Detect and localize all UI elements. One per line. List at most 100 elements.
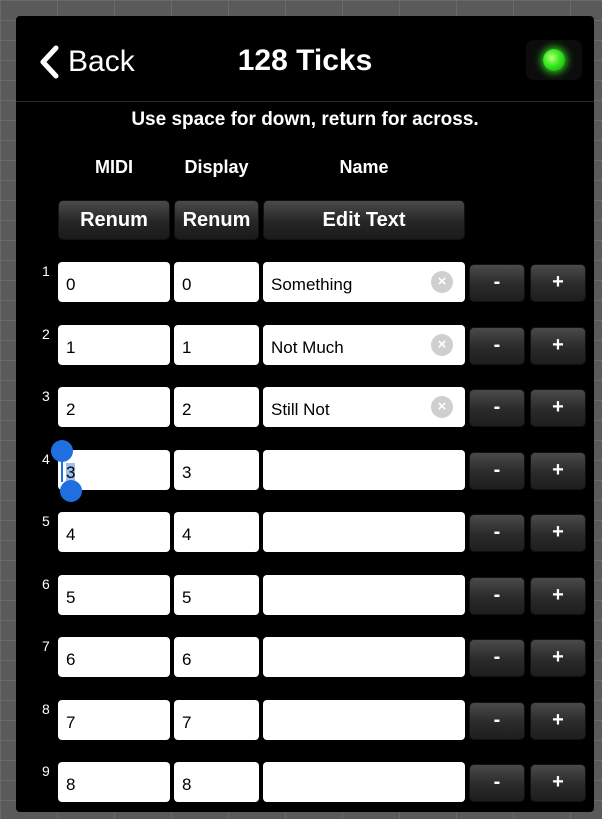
table-row: 2 1 1 Not Much × - + xyxy=(16,323,594,367)
table-row: 3 2 2 Still Not × - + xyxy=(16,385,594,429)
green-led-icon xyxy=(543,49,565,71)
clear-icon[interactable]: × xyxy=(431,271,453,293)
nav-bar: Back 128 Ticks xyxy=(16,16,594,102)
clear-icon[interactable]: × xyxy=(431,396,453,418)
row-number: 1 xyxy=(42,263,50,279)
decrement-button[interactable]: - xyxy=(469,764,525,802)
decrement-button[interactable]: - xyxy=(469,452,525,490)
decrement-button[interactable]: - xyxy=(469,639,525,677)
midi-value: 5 xyxy=(66,588,76,607)
display-field[interactable]: 1 xyxy=(174,325,259,365)
display-field[interactable]: 8 xyxy=(174,762,259,802)
decrement-button[interactable]: - xyxy=(469,702,525,740)
display-field[interactable]: 4 xyxy=(174,512,259,552)
display-value: 3 xyxy=(182,463,192,482)
display-field[interactable]: 3 xyxy=(174,450,259,490)
display-field[interactable]: 2 xyxy=(174,387,259,427)
name-field[interactable]: Not Much × xyxy=(263,325,465,365)
midi-value: 7 xyxy=(66,713,76,732)
increment-button[interactable]: + xyxy=(530,514,586,552)
table-row: 6 5 5- + xyxy=(16,573,594,617)
row-number: 9 xyxy=(42,763,50,779)
midi-value: 8 xyxy=(66,775,76,794)
display-value: 2 xyxy=(182,400,192,419)
row-number: 5 xyxy=(42,513,50,529)
midi-field[interactable]: 8 xyxy=(58,762,170,802)
status-indicator xyxy=(526,40,582,80)
row-number: 8 xyxy=(42,701,50,717)
column-header-midi: MIDI xyxy=(95,157,133,177)
decrement-button[interactable]: - xyxy=(469,327,525,365)
row-number: 2 xyxy=(42,326,50,342)
selection-start-handle[interactable] xyxy=(51,440,73,462)
display-value: 1 xyxy=(182,338,192,357)
table-row: 5 4 4- + xyxy=(16,510,594,554)
row-number: 6 xyxy=(42,576,50,592)
display-field[interactable]: 6 xyxy=(174,637,259,677)
decrement-button[interactable]: - xyxy=(469,389,525,427)
increment-button[interactable]: + xyxy=(530,764,586,802)
table-row: 7 6 6- + xyxy=(16,635,594,679)
table-row: 9 8 8- + xyxy=(16,760,594,804)
display-renum-button[interactable]: Renum xyxy=(174,200,259,240)
name-field[interactable] xyxy=(263,575,465,615)
ticks-panel: Back 128 Ticks Use space for down, retur… xyxy=(16,16,594,812)
midi-value: 4 xyxy=(66,525,76,544)
increment-button[interactable]: + xyxy=(530,452,586,490)
name-value: Something xyxy=(271,275,353,294)
name-field[interactable] xyxy=(263,450,465,490)
decrement-button[interactable]: - xyxy=(469,577,525,615)
increment-button[interactable]: + xyxy=(530,639,586,677)
display-value: 6 xyxy=(182,650,192,669)
clear-icon[interactable]: × xyxy=(431,334,453,356)
decrement-button[interactable]: - xyxy=(469,514,525,552)
increment-button[interactable]: + xyxy=(530,577,586,615)
row-number: 4 xyxy=(42,451,50,467)
midi-field[interactable]: 2 xyxy=(58,387,170,427)
display-value: 8 xyxy=(182,775,192,794)
name-value: Not Much xyxy=(271,338,344,357)
midi-value: 1 xyxy=(66,338,76,357)
display-value: 4 xyxy=(182,525,192,544)
selection-end-handle[interactable] xyxy=(60,480,82,502)
name-field[interactable] xyxy=(263,762,465,802)
table-row: 4 3 3- + xyxy=(16,440,594,502)
midi-field[interactable]: 5 xyxy=(58,575,170,615)
midi-field[interactable]: 1 xyxy=(58,325,170,365)
name-field[interactable]: Still Not × xyxy=(263,387,465,427)
name-field[interactable] xyxy=(263,637,465,677)
column-header-name: Name xyxy=(339,157,389,177)
midi-value: 2 xyxy=(66,400,76,419)
increment-button[interactable]: + xyxy=(530,702,586,740)
table-row: 8 7 7- + xyxy=(16,698,594,742)
increment-button[interactable]: + xyxy=(530,264,586,302)
midi-renum-button[interactable]: Renum xyxy=(58,200,170,240)
instructions-text: Use space for down, return for across. xyxy=(131,109,479,130)
midi-value: 6 xyxy=(66,650,76,669)
midi-field[interactable]: 0 xyxy=(58,262,170,302)
name-value: Still Not xyxy=(271,400,330,419)
display-field[interactable]: 0 xyxy=(174,262,259,302)
page-title: 128 Ticks xyxy=(237,44,373,77)
increment-button[interactable]: + xyxy=(530,389,586,427)
selection-caret xyxy=(61,460,63,482)
display-value: 5 xyxy=(182,588,192,607)
midi-field[interactable]: 7 xyxy=(58,700,170,740)
display-value: 0 xyxy=(182,275,192,294)
edit-text-button[interactable]: Edit Text xyxy=(263,200,465,240)
column-header-display: Display xyxy=(184,157,249,177)
row-number: 7 xyxy=(42,638,50,654)
midi-value: 0 xyxy=(66,275,76,294)
increment-button[interactable]: + xyxy=(530,327,586,365)
name-field[interactable]: Something × xyxy=(263,262,465,302)
name-field[interactable] xyxy=(263,512,465,552)
decrement-button[interactable]: - xyxy=(469,264,525,302)
name-field[interactable] xyxy=(263,700,465,740)
display-field[interactable]: 7 xyxy=(174,700,259,740)
midi-field[interactable]: 4 xyxy=(58,512,170,552)
display-value: 7 xyxy=(182,713,192,732)
display-field[interactable]: 5 xyxy=(174,575,259,615)
row-number: 3 xyxy=(42,388,50,404)
midi-field[interactable]: 6 xyxy=(58,637,170,677)
table-row: 1 0 0 Something × - + xyxy=(16,260,594,304)
